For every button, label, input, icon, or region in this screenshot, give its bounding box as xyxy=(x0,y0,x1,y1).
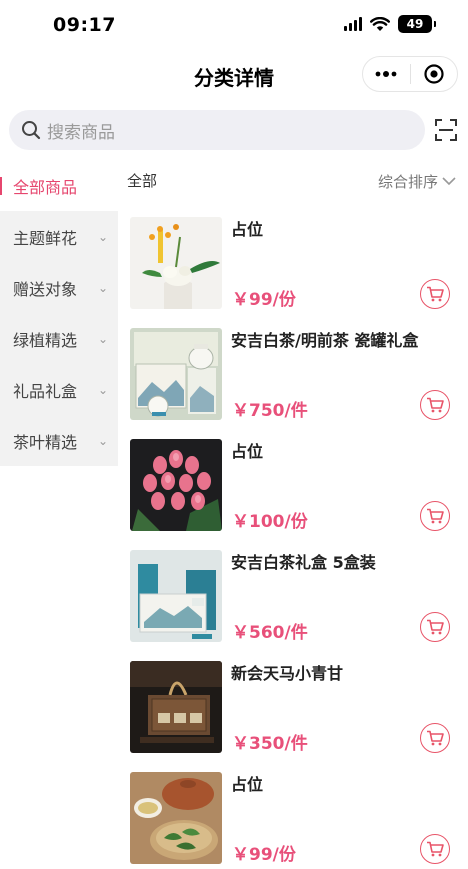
chevron-down-icon xyxy=(442,177,456,186)
add-to-cart-button[interactable] xyxy=(420,834,450,864)
sidebar-item-all[interactable]: 全部商品 xyxy=(0,160,118,211)
chevron-down-icon: ⌄ xyxy=(97,229,108,244)
status-bar: 09:17 49 xyxy=(0,0,468,50)
sort-label: 综合排序 xyxy=(377,173,438,191)
product-name: 占位 xyxy=(231,442,264,461)
mini-program-capsule xyxy=(362,56,458,92)
cart-icon xyxy=(427,841,444,857)
cart-icon xyxy=(427,730,444,746)
sidebar-item-tea[interactable]: 茶叶精选 ⌄ xyxy=(0,415,118,466)
product-price: ￥350/件 xyxy=(232,734,308,754)
chevron-down-icon: ⌄ xyxy=(97,280,108,295)
chevron-down-icon: ⌄ xyxy=(97,433,108,448)
add-to-cart-button[interactable] xyxy=(420,390,450,420)
product-card[interactable]: 安吉白茶/明前茶 瓷罐礼盒 ￥750/件 xyxy=(118,328,468,439)
search-input[interactable]: 搜索商品 xyxy=(9,110,425,150)
sidebar-item-flowers[interactable]: 主题鲜花 ⌄ xyxy=(0,211,118,262)
sidebar-item-label: 主题鲜花 xyxy=(13,228,78,248)
scan-button[interactable] xyxy=(434,118,458,142)
add-to-cart-button[interactable] xyxy=(420,501,450,531)
close-button[interactable] xyxy=(411,57,458,91)
product-card[interactable]: 占位 ￥100/份 xyxy=(118,439,468,550)
product-price: ￥560/件 xyxy=(232,623,308,643)
chevron-down-icon: ⌄ xyxy=(97,331,108,346)
sidebar-item-label: 赠送对象 xyxy=(13,279,78,299)
product-image-tea-box-set xyxy=(130,550,222,642)
add-to-cart-button[interactable] xyxy=(420,279,450,309)
status-icons: 49 xyxy=(344,15,436,33)
add-to-cart-button[interactable] xyxy=(420,723,450,753)
product-image-flower-vase xyxy=(130,217,222,309)
product-image-tea-gift-box xyxy=(130,328,222,420)
product-image-tulip-bouquet xyxy=(130,439,222,531)
product-price: ￥99/份 xyxy=(232,290,296,310)
sort-dropdown[interactable]: 综合排序 xyxy=(378,171,456,192)
product-image-teapot xyxy=(130,772,222,864)
cart-icon xyxy=(427,286,444,302)
search-row: 搜索商品 xyxy=(0,110,468,150)
more-button[interactable] xyxy=(363,57,410,91)
sidebar-item-label: 全部商品 xyxy=(13,177,78,197)
product-name: 新会天马小青甘 xyxy=(231,664,344,683)
scan-icon xyxy=(435,119,457,141)
cart-icon xyxy=(427,508,444,524)
battery-icon: 49 xyxy=(398,15,436,33)
product-image-wooden-gift-box xyxy=(130,661,222,753)
list-header: 全部 综合排序 xyxy=(118,160,468,200)
add-to-cart-button[interactable] xyxy=(420,612,450,642)
category-sidebar: 全部商品 主题鲜花 ⌄ 赠送对象 ⌄ 绿植精选 ⌄ 礼品礼盒 ⌄ 茶叶精选 ⌄ xyxy=(0,160,118,466)
sidebar-item-label: 绿植精选 xyxy=(13,330,78,350)
signal-icon xyxy=(344,17,362,31)
chevron-down-icon: ⌄ xyxy=(97,382,108,397)
product-name: 占位 xyxy=(231,220,264,239)
sidebar-item-recipients[interactable]: 赠送对象 ⌄ xyxy=(0,262,118,313)
product-card[interactable]: 安吉白茶礼盒 5盒装 ￥560/件 xyxy=(118,550,468,661)
product-card[interactable]: 新会天马小青甘 ￥350/件 xyxy=(118,661,468,772)
product-name: 安吉白茶礼盒 5盒装 xyxy=(231,553,376,572)
product-name: 安吉白茶/明前茶 瓷罐礼盒 xyxy=(231,331,419,350)
wifi-icon xyxy=(370,16,390,31)
product-list: 占位 ￥99/份 安吉白茶/明前茶 瓷罐礼盒 ￥750/件 占位 ￥100/份 … xyxy=(118,217,468,869)
search-placeholder: 搜索商品 xyxy=(47,122,115,143)
product-price: ￥99/份 xyxy=(232,845,296,865)
cart-icon xyxy=(427,397,444,413)
more-dots-icon xyxy=(375,71,397,77)
cart-icon xyxy=(427,619,444,635)
product-card[interactable]: 占位 ￥99/份 xyxy=(118,772,468,869)
status-time: 09:17 xyxy=(53,14,116,36)
product-card[interactable]: 占位 ￥99/份 xyxy=(118,217,468,328)
product-list-panel: 全部 综合排序 占位 ￥99/份 安吉白茶/明前茶 瓷罐礼盒 ￥750/件 占位… xyxy=(118,160,468,865)
search-icon xyxy=(22,121,41,140)
product-price: ￥750/件 xyxy=(232,401,308,421)
product-name: 占位 xyxy=(231,775,264,794)
sidebar-item-label: 礼品礼盒 xyxy=(13,381,78,401)
sidebar-item-label: 茶叶精选 xyxy=(13,432,78,452)
category-label: 全部 xyxy=(127,172,158,190)
nav-bar: 分类详情 xyxy=(0,50,468,100)
sidebar-item-gift-boxes[interactable]: 礼品礼盒 ⌄ xyxy=(0,364,118,415)
sidebar-item-plants[interactable]: 绿植精选 ⌄ xyxy=(0,313,118,364)
target-circle-icon xyxy=(424,64,444,84)
product-price: ￥100/份 xyxy=(232,512,308,532)
